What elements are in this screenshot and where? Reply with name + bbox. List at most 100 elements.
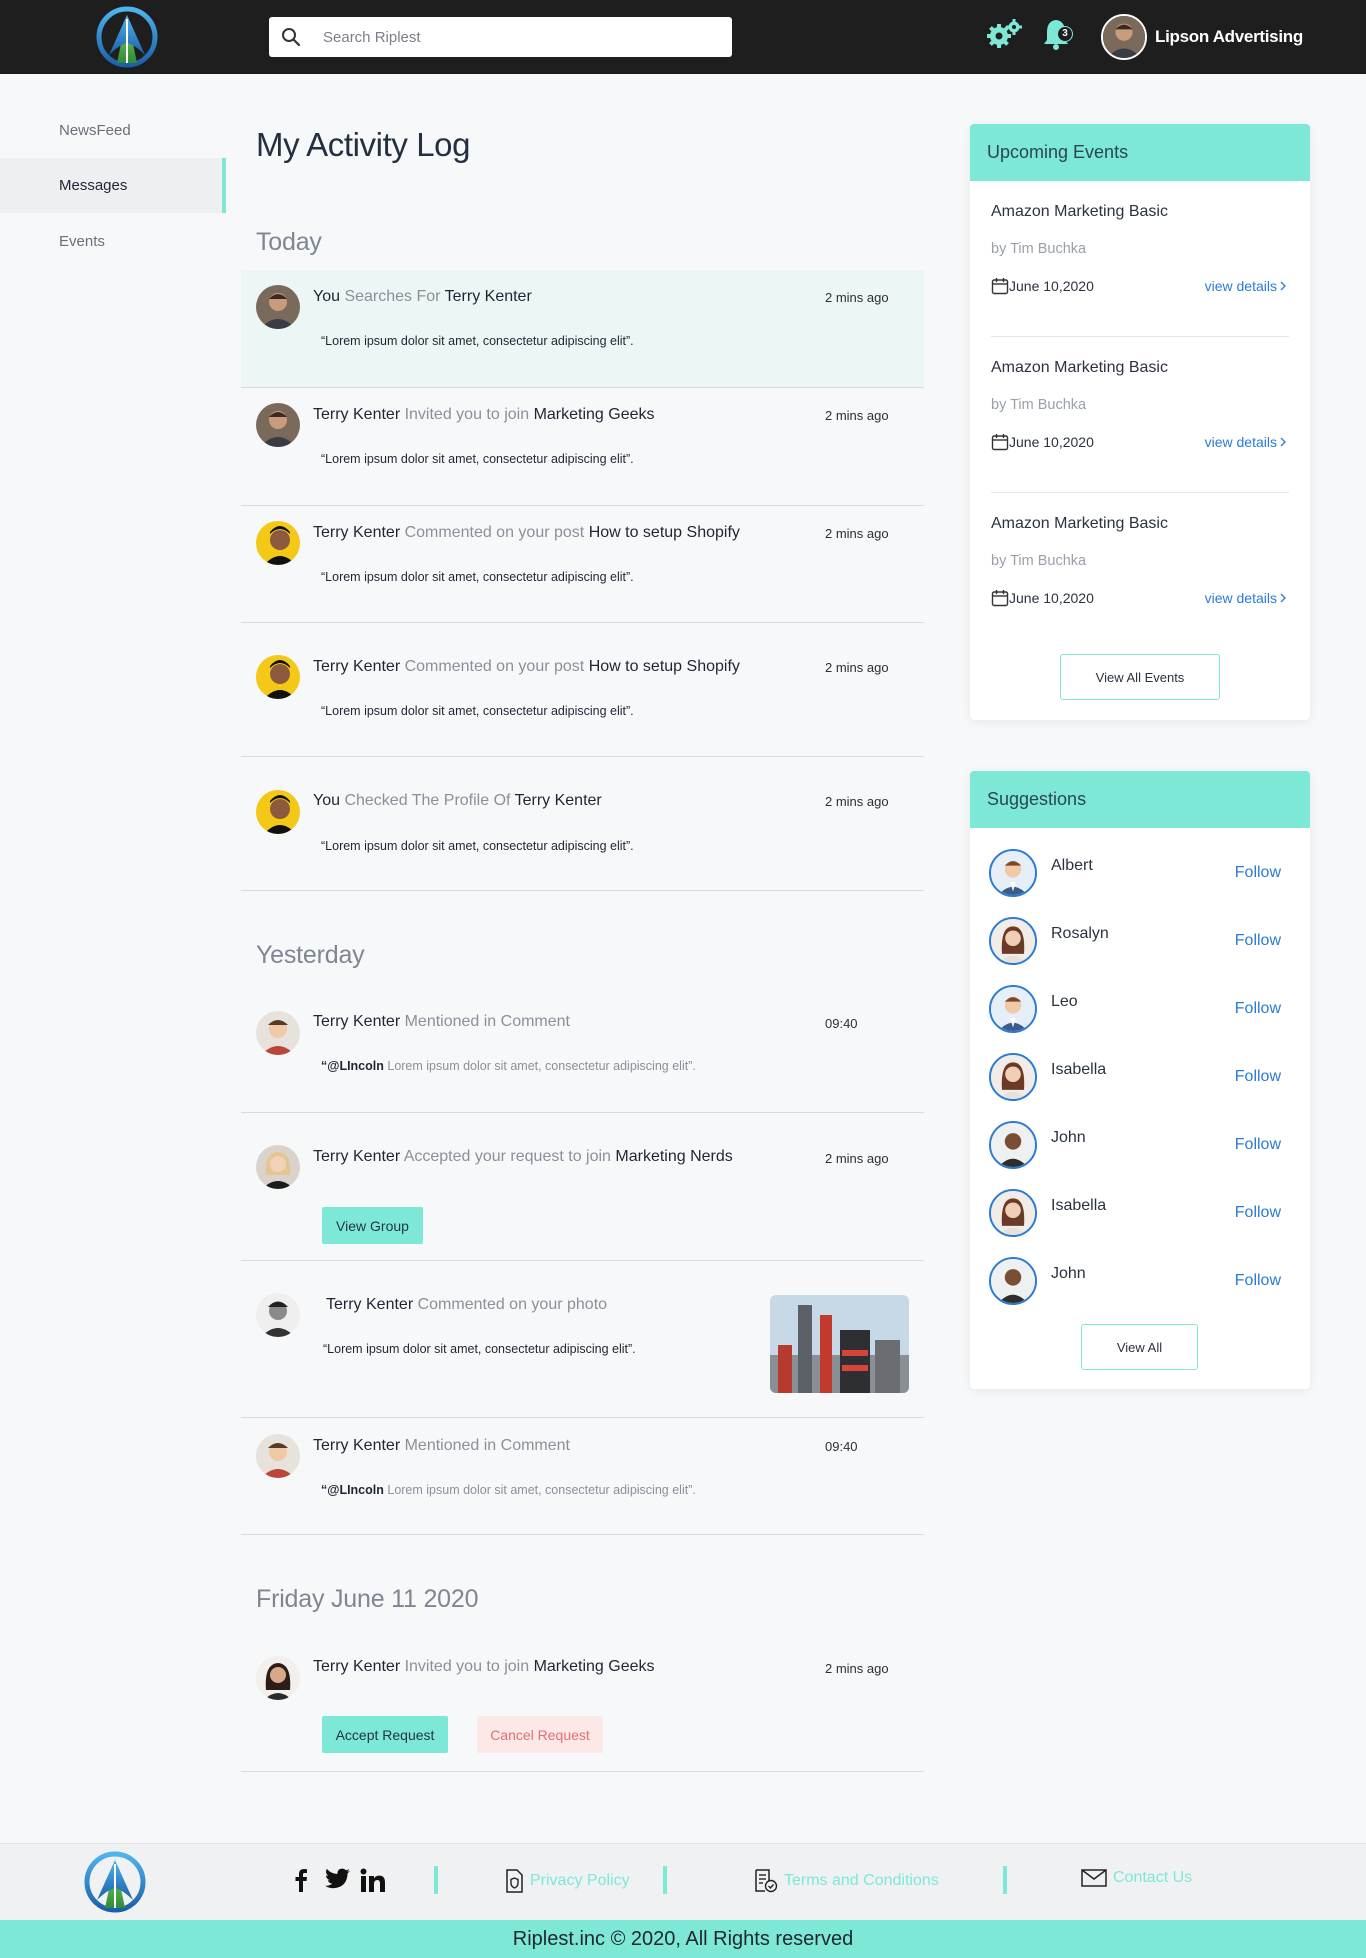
suggestion-name[interactable]: Rosalyn [1051,925,1109,943]
facebook-link[interactable] [294,1868,308,1892]
action-text: Searches For [340,288,445,305]
actor-name[interactable]: You [313,288,340,305]
activity-entry[interactable]: Terry Kenter Commented on your post How … [241,623,924,757]
timestamp: 2 mins ago [825,408,889,423]
section-heading-friday: Friday June 11 2020 [256,1585,479,1613]
actor-name[interactable]: Terry Kenter [313,406,400,423]
avatar[interactable] [989,1257,1037,1305]
suggestion-name[interactable]: Albert [1051,857,1093,875]
privacy-shield-icon [506,1869,523,1893]
notification-count-badge: 3 [1057,26,1073,42]
contact-us-link[interactable]: Contact Us [1081,1869,1192,1887]
event-card: Amazon Marketing Basic by Tim Buchka Jun… [991,181,1289,337]
actor-name[interactable]: Terry Kenter [313,524,400,541]
activity-entry[interactable]: Terry Kenter Invited you to join Marketi… [241,1635,924,1772]
avatar[interactable] [989,985,1037,1033]
view-all-suggestions-button[interactable]: View All [1081,1324,1198,1370]
search-bar[interactable] [269,17,732,57]
comment-quote: “Lorem ipsum dolor sit amet, consectetur… [321,839,634,853]
upcoming-events-panel: Upcoming Events Amazon Marketing Basic b… [970,124,1310,720]
actor-name[interactable]: Terry Kenter [313,1658,400,1675]
chevron-right-icon [1280,593,1286,603]
target-name[interactable]: Marketing Geeks [534,1658,655,1675]
riplest-logo[interactable] [83,1850,147,1914]
action-text: Mentioned in Comment [400,1437,570,1454]
timestamp: 09:40 [825,1016,858,1031]
actor-name[interactable]: Terry Kenter [313,1437,400,1454]
follow-button[interactable]: Follow [1235,1272,1281,1290]
sidebar-item-events[interactable]: Events [0,214,226,269]
activity-entry[interactable]: You Searches For Terry Kenter 2 mins ago… [241,270,924,388]
view-details-link[interactable]: view details [1205,590,1289,606]
terms-link[interactable]: Terms and Conditions [754,1869,939,1893]
riplest-logo[interactable] [95,5,159,69]
target-name[interactable]: How to setup Shopify [589,524,740,541]
activity-entry[interactable]: Terry Kenter Mentioned in Comment 09:40 … [241,990,924,1113]
cancel-request-button[interactable]: Cancel Request [477,1716,603,1753]
comment-quote: “Lorem ipsum dolor sit amet, consectetur… [323,1342,636,1356]
search-input[interactable] [323,17,723,57]
divider [1003,1866,1007,1894]
follow-button[interactable]: Follow [1235,1204,1281,1222]
avatar[interactable] [989,917,1037,965]
twitter-link[interactable] [325,1868,351,1890]
suggestion-name[interactable]: John [1051,1265,1086,1283]
activity-entry[interactable]: Terry Kenter Commented on your photo “Lo… [241,1261,924,1418]
avatar[interactable] [989,1121,1037,1169]
sidebar-item-newsfeed[interactable]: NewsFeed [0,103,226,158]
follow-button[interactable]: Follow [1235,932,1281,950]
divider [663,1866,667,1894]
view-group-button[interactable]: View Group [322,1207,423,1244]
event-card: Amazon Marketing Basic by Tim Buchka Jun… [991,337,1289,493]
follow-button[interactable]: Follow [1235,1000,1281,1018]
suggestion-name[interactable]: John [1051,1129,1086,1147]
event-title: Amazon Marketing Basic [991,515,1168,532]
target-name[interactable]: Marketing Geeks [534,406,655,423]
view-details-link[interactable]: view details [1205,278,1289,294]
follow-button[interactable]: Follow [1235,1136,1281,1154]
user-profile-menu[interactable]: Lipson Advertising [1101,14,1303,60]
action-text: Invited you to join [400,1658,534,1675]
event-date: June 10,2020 [1009,590,1094,606]
follow-button[interactable]: Follow [1235,1068,1281,1086]
settings-gears-icon[interactable] [985,18,1023,54]
section-heading-yesterday: Yesterday [256,941,365,969]
activity-entry[interactable]: Terry Kenter Commented on your post How … [241,506,924,623]
footer: Privacy Policy Terms and Conditions Cont… [0,1843,1366,1920]
activity-entry[interactable]: Terry Kenter Invited you to join Marketi… [241,388,924,506]
target-name[interactable]: Terry Kenter [515,792,602,809]
actor-name[interactable]: Terry Kenter [313,658,400,675]
target-name[interactable]: How to setup Shopify [589,658,740,675]
activity-entry[interactable]: Terry Kenter Mentioned in Comment 09:40 … [241,1418,924,1535]
mention-tag[interactable]: @LIncoln [327,1483,384,1497]
actor-name[interactable]: Terry Kenter [313,1013,400,1030]
mention-tag[interactable]: @LIncoln [327,1059,384,1073]
linkedin-link[interactable] [360,1868,386,1892]
target-name[interactable]: Marketing Nerds [615,1148,732,1165]
calendar-icon [991,589,1009,607]
target-name[interactable]: Terry Kenter [445,288,532,305]
commented-photo-thumbnail[interactable] [770,1295,909,1393]
actor-name[interactable]: You [313,792,340,809]
suggestion-name[interactable]: Isabella [1051,1061,1106,1079]
accept-request-button[interactable]: Accept Request [322,1716,448,1753]
avatar [256,1011,300,1055]
view-all-events-button[interactable]: View All Events [1060,654,1220,700]
suggestion-name[interactable]: Leo [1051,993,1078,1011]
timestamp: 2 mins ago [825,1151,889,1166]
avatar[interactable] [989,1053,1037,1101]
follow-button[interactable]: Follow [1235,864,1281,882]
actor-name[interactable]: Terry Kenter [313,1148,400,1165]
notifications-button[interactable]: 3 [1042,17,1076,53]
comment-quote: “@LIncoln Lorem ipsum dolor sit amet, co… [321,1483,696,1497]
view-details-link[interactable]: view details [1205,434,1289,450]
suggestion-name[interactable]: Isabella [1051,1197,1106,1215]
privacy-policy-link[interactable]: Privacy Policy [504,1869,630,1893]
avatar[interactable] [989,1189,1037,1237]
sidebar-item-messages[interactable]: Messages [0,158,226,213]
actor-name[interactable]: Terry Kenter [326,1296,413,1313]
activity-entry[interactable]: You Checked The Profile Of Terry Kenter … [241,757,924,891]
event-card: Amazon Marketing Basic by Tim Buchka Jun… [991,493,1289,649]
activity-entry[interactable]: Terry Kenter Accepted your request to jo… [241,1113,924,1261]
avatar[interactable] [989,849,1037,897]
